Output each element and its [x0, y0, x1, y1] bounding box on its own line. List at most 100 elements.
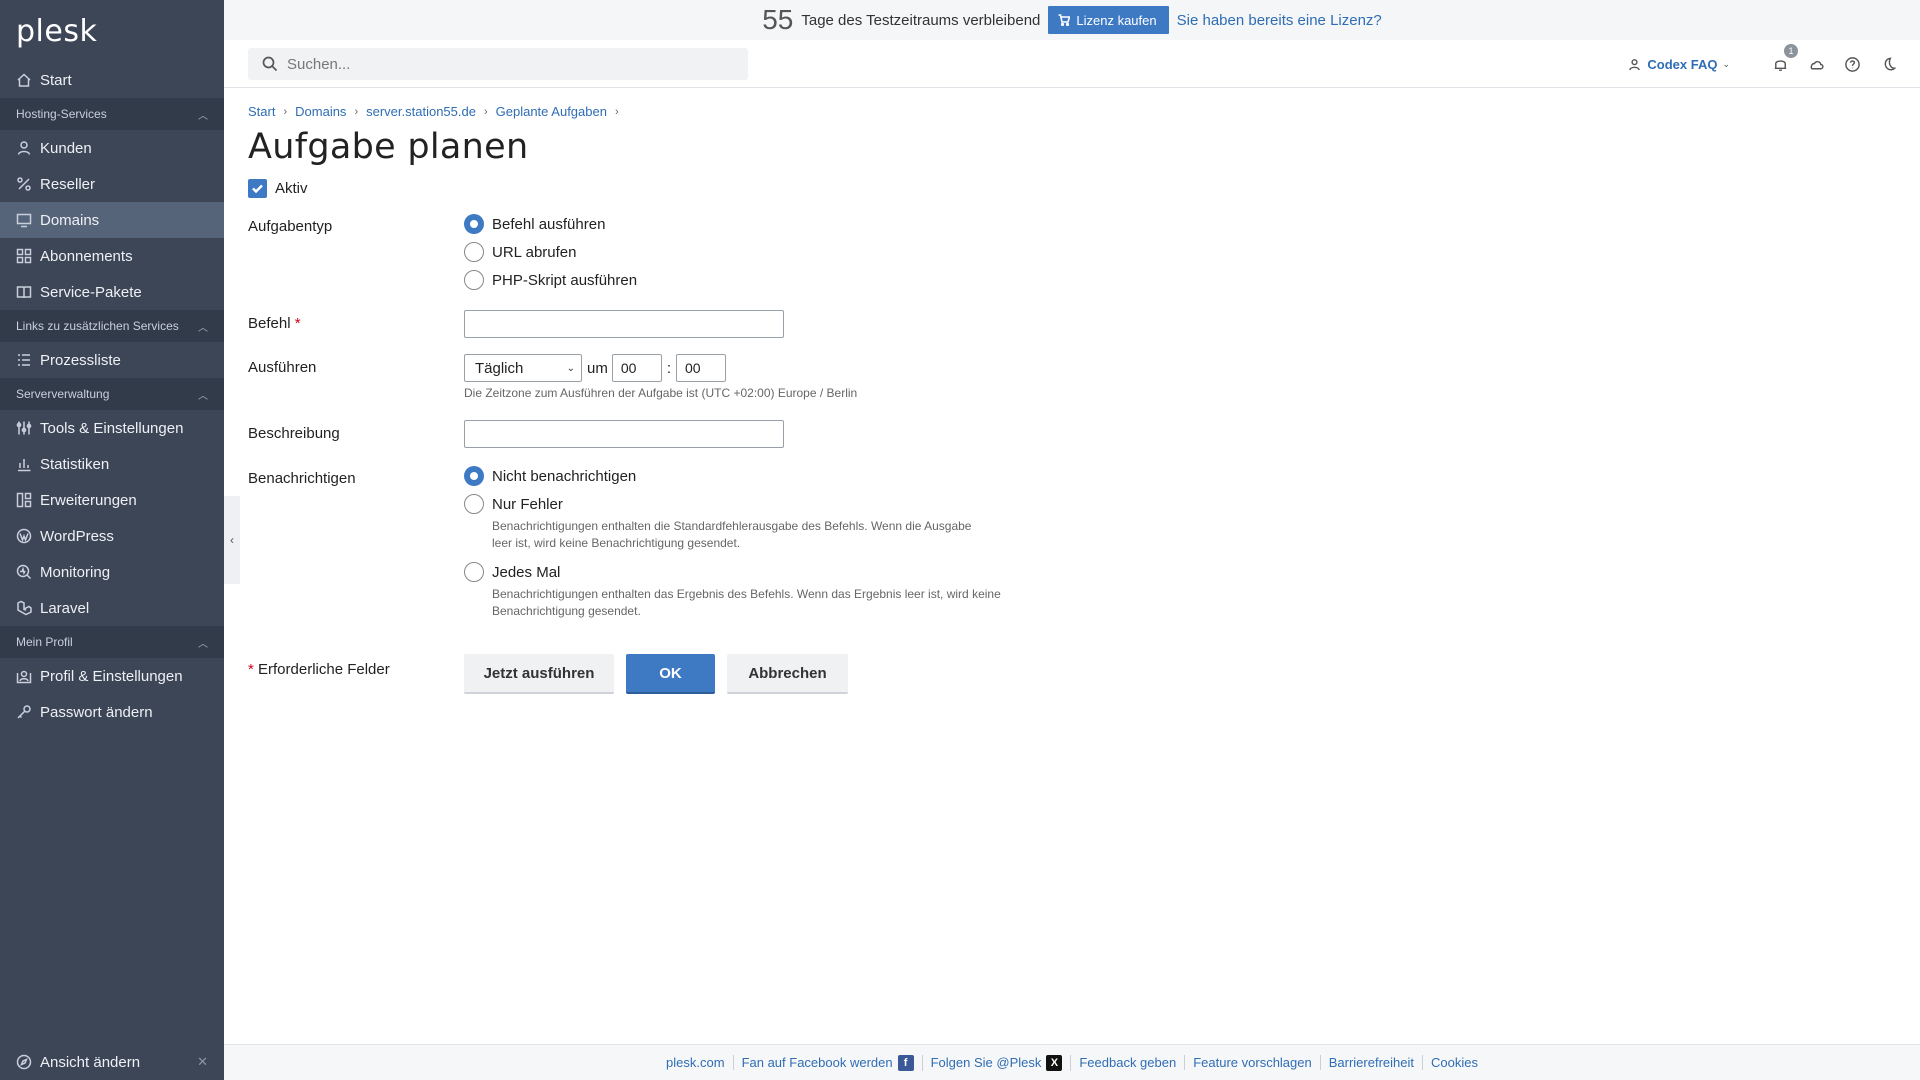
page-title: Aufgabe planen	[248, 127, 529, 167]
footer-link-plesk[interactable]: plesk.com	[658, 1055, 734, 1070]
footer-link-facebook[interactable]: Fan auf Facebook werden f	[734, 1054, 923, 1071]
header-actions: Codex FAQ ⌄ 1	[1628, 40, 1898, 88]
sidebar-item-tools[interactable]: Tools & Einstellungen	[0, 410, 224, 446]
check-icon	[252, 184, 263, 194]
search-input[interactable]	[287, 55, 727, 73]
footer-link-feature[interactable]: Feature vorschlagen	[1185, 1055, 1321, 1070]
ok-button[interactable]: OK	[626, 654, 715, 694]
active-checkbox[interactable]	[248, 179, 267, 198]
close-icon[interactable]: ✕	[197, 1054, 208, 1070]
breadcrumb-domain[interactable]: server.station55.de	[366, 104, 476, 119]
sidebar-item-label: Kunden	[40, 139, 92, 157]
footer-link-cookies[interactable]: Cookies	[1423, 1055, 1486, 1070]
task-type-url-radio[interactable]: URL abrufen	[464, 238, 637, 266]
list-icon	[16, 352, 32, 368]
chevron-up-icon: ︿	[198, 638, 208, 650]
nav-group-label: Mein Profil	[16, 635, 73, 649]
notify-always-radio[interactable]: Jedes Mal	[464, 558, 1012, 586]
time-separator: :	[666, 359, 672, 377]
user-menu[interactable]: Codex FAQ ⌄	[1628, 57, 1730, 72]
command-row: Befehl *	[248, 310, 1898, 354]
notify-errors-hint: Benachrichtigungen enthalten die Standar…	[492, 519, 972, 550]
cloud-button[interactable]	[1806, 54, 1826, 74]
radio-selected[interactable]	[464, 466, 484, 486]
breadcrumb-domains[interactable]: Domains	[295, 104, 346, 119]
sidebar: plesk Start Hosting-Services ︿ Kunden Re…	[0, 0, 224, 1080]
sidebar-item-label: Abonnements	[40, 247, 133, 265]
plesk-logo[interactable]: plesk	[0, 0, 224, 62]
sidebar-item-domains[interactable]: Domains	[0, 202, 224, 238]
footer-link-x[interactable]: Folgen Sie @Plesk X	[923, 1054, 1072, 1071]
cancel-button[interactable]: Abbrechen	[727, 654, 848, 694]
buy-license-button[interactable]: Lizenz kaufen	[1048, 6, 1169, 34]
radio[interactable]	[464, 562, 484, 582]
run-now-button[interactable]: Jetzt ausführen	[464, 654, 614, 694]
active-checkbox-row[interactable]: Aktiv	[248, 179, 1898, 198]
description-input[interactable]	[464, 420, 784, 448]
chevron-right-icon: ›	[614, 105, 619, 118]
chevron-left-icon: ‹	[230, 533, 234, 547]
sidebar-item-erweiterungen[interactable]: Erweiterungen	[0, 482, 224, 518]
chevron-down-icon: ⌄	[1722, 58, 1730, 69]
sidebar-item-label: Prozessliste	[40, 351, 121, 369]
nav-group-server[interactable]: Serververwaltung ︿	[0, 378, 224, 410]
radio[interactable]	[464, 270, 484, 290]
sidebar-item-start[interactable]: Start	[0, 62, 224, 98]
sidebar-item-profil[interactable]: Profil & Einstellungen	[0, 658, 224, 694]
monitoring-icon	[16, 564, 32, 580]
task-type-options: Befehl ausführen URL abrufen PHP-Skript …	[464, 210, 637, 294]
footer-link-accessibility[interactable]: Barrierefreiheit	[1321, 1055, 1423, 1070]
search-icon	[262, 56, 278, 72]
footer-link-label: Fan auf Facebook werden	[741, 1055, 893, 1070]
timezone-hint: Die Zeitzone zum Ausführen der Aufgabe i…	[464, 386, 858, 400]
hour-input[interactable]: 00	[611, 354, 662, 382]
task-type-command-radio[interactable]: Befehl ausführen	[464, 210, 637, 238]
sidebar-item-statistiken[interactable]: Statistiken	[0, 446, 224, 482]
search-box[interactable]	[248, 48, 748, 80]
sidebar-item-passwort[interactable]: Passwort ändern	[0, 694, 224, 730]
radio[interactable]	[464, 494, 484, 514]
have-license-link[interactable]: Sie haben bereits eine Lizenz?	[1177, 12, 1382, 29]
top-header: Codex FAQ ⌄ 1	[224, 40, 1920, 88]
sidebar-item-reseller[interactable]: Reseller	[0, 166, 224, 202]
nav-group-links[interactable]: Links zu zusätzlichen Services ︿	[0, 310, 224, 342]
notifications-button[interactable]: 1	[1770, 44, 1798, 74]
sidebar-item-label: Tools & Einstellungen	[40, 419, 184, 437]
notifications-badge: 1	[1784, 44, 1798, 58]
notify-none-radio[interactable]: Nicht benachrichtigen	[464, 462, 1012, 490]
sidebar-item-monitoring[interactable]: Monitoring	[0, 554, 224, 590]
notify-errors-radio[interactable]: Nur Fehler	[464, 490, 1012, 518]
help-button[interactable]	[1842, 54, 1862, 74]
extensions-icon	[16, 492, 32, 508]
radio-label: Jedes Mal	[492, 563, 561, 581]
nav-group-label: Hosting-Services	[16, 107, 107, 121]
minute-input[interactable]: 00	[676, 354, 727, 382]
frequency-select[interactable]: Täglich ⌄	[464, 354, 582, 382]
help-icon	[1844, 56, 1860, 72]
sidebar-item-service-pakete[interactable]: Service-Pakete	[0, 274, 224, 310]
wordpress-icon	[16, 528, 32, 544]
breadcrumb-start[interactable]: Start	[248, 104, 275, 119]
sidebar-item-label: Passwort ändern	[40, 703, 153, 721]
footer-link-feedback[interactable]: Feedback geben	[1071, 1055, 1186, 1070]
command-input[interactable]	[464, 310, 784, 338]
chevron-up-icon: ︿	[198, 322, 208, 334]
sidebar-item-label: Reseller	[40, 175, 96, 193]
radio-selected[interactable]	[464, 214, 484, 234]
nav-group-hosting[interactable]: Hosting-Services ︿	[0, 98, 224, 130]
sidebar-item-laravel[interactable]: Laravel	[0, 590, 224, 626]
sidebar-item-kunden[interactable]: Kunden	[0, 130, 224, 166]
radio[interactable]	[464, 242, 484, 262]
notify-options: Nicht benachrichtigen Nur Fehler Benachr…	[464, 462, 1012, 620]
view-switch[interactable]: Ansicht ändern ✕	[0, 1044, 224, 1080]
task-type-php-radio[interactable]: PHP-Skript ausführen	[464, 266, 637, 294]
book-icon	[16, 284, 32, 300]
nav-group-profile[interactable]: Mein Profil ︿	[0, 626, 224, 658]
theme-toggle-button[interactable]	[1878, 54, 1898, 74]
sidebar-item-wordpress[interactable]: WordPress	[0, 518, 224, 554]
sidebar-item-abonnements[interactable]: Abonnements	[0, 238, 224, 274]
chevron-right-icon: ›	[354, 105, 359, 118]
sidebar-item-prozessliste[interactable]: Prozessliste	[0, 342, 224, 378]
sidebar-collapse-handle[interactable]: ‹	[224, 496, 240, 584]
breadcrumb-scheduled-tasks[interactable]: Geplante Aufgaben	[496, 104, 607, 119]
